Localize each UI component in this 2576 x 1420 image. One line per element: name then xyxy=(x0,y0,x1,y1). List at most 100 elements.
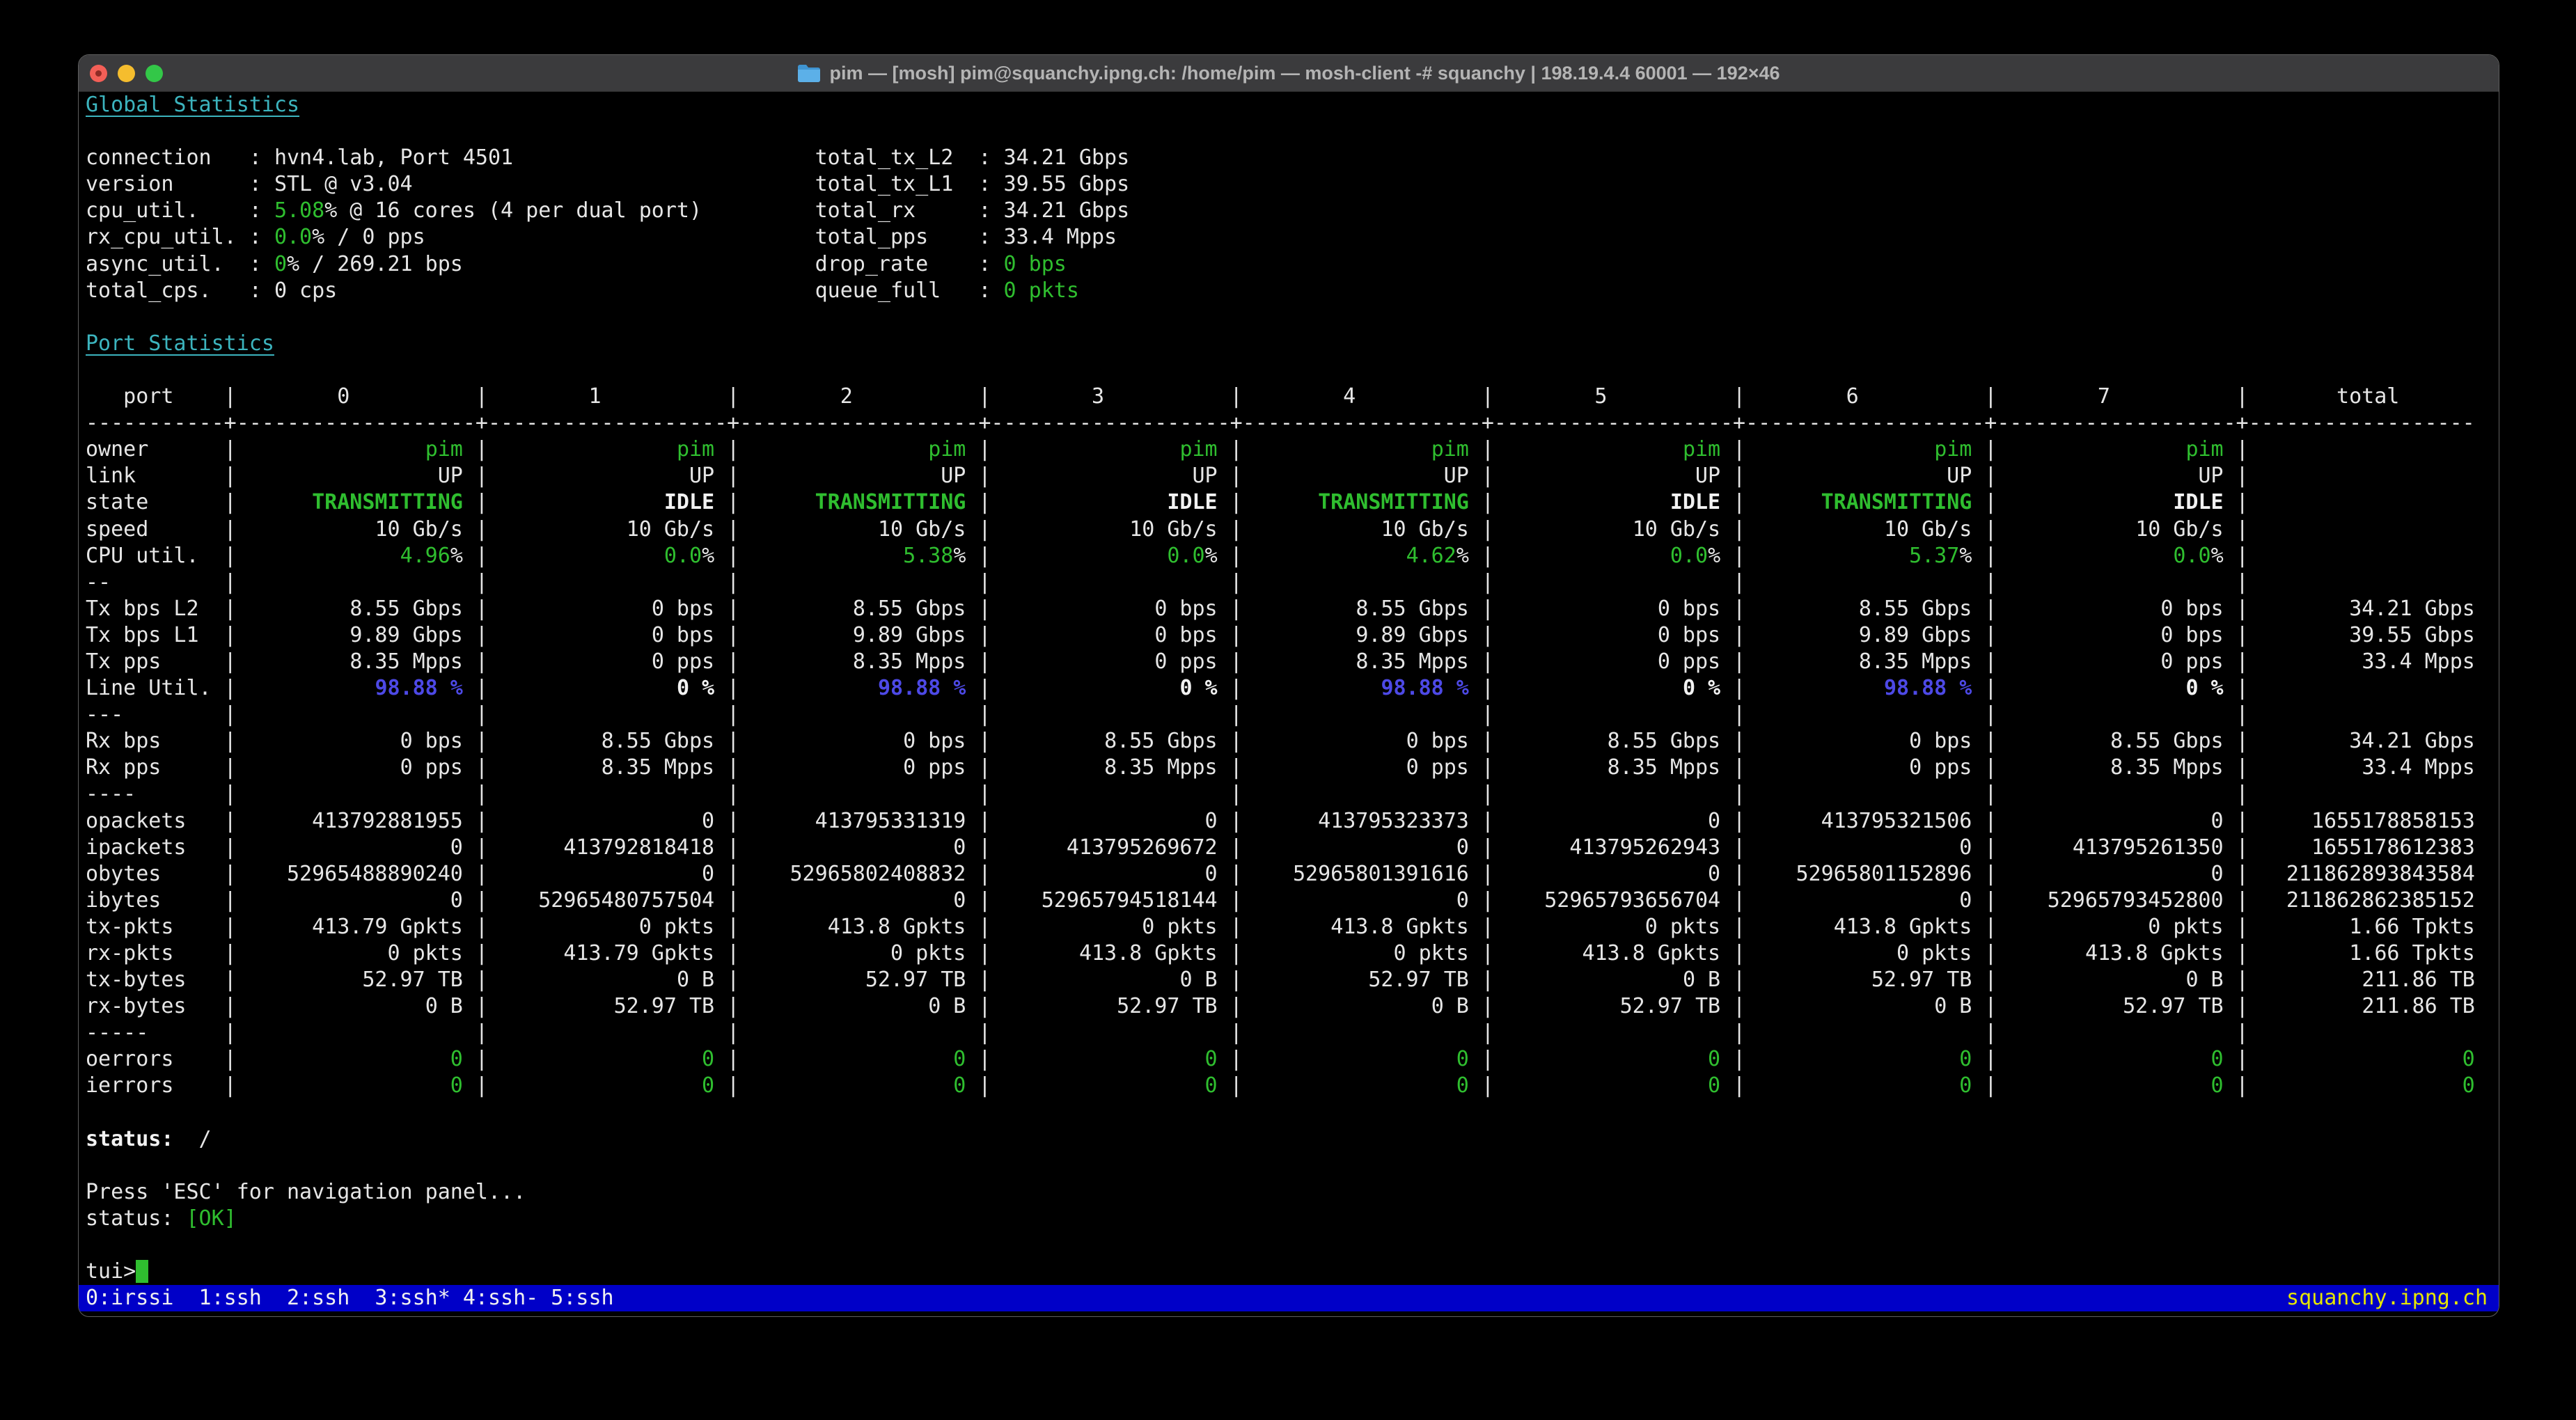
cell-pad xyxy=(1997,835,2072,860)
value-segment: 0 bps xyxy=(1154,622,1218,647)
cell-pipe: | xyxy=(462,808,488,833)
row-label: owner | xyxy=(86,437,237,462)
cell-pipe: | xyxy=(966,994,991,1019)
value-segment: 10 Gb/s xyxy=(1883,516,1972,542)
value-segment: 0 xyxy=(1204,1073,1218,1098)
cell-pad xyxy=(991,464,1192,488)
cell-pipe: | xyxy=(2223,888,2249,913)
value-segment: 0 % xyxy=(676,676,715,701)
cell-pad xyxy=(1997,941,2085,965)
cell-pad xyxy=(488,649,652,674)
cell-pipe: | xyxy=(1972,808,1997,833)
cell-pad xyxy=(1243,544,1406,568)
cell-pipe: | xyxy=(714,861,740,886)
cell-pad xyxy=(2475,649,2488,674)
cell-pipe: | xyxy=(2223,464,2249,489)
cell-pad xyxy=(991,1047,1204,1071)
value-segment: UP xyxy=(437,464,463,489)
cell-pipe: | xyxy=(1468,516,1494,542)
cell-pad xyxy=(1997,1073,2210,1098)
cell-pad xyxy=(237,862,287,886)
cell-pipe: | xyxy=(966,437,991,462)
cell-pad xyxy=(237,702,463,727)
cell-pad xyxy=(237,517,375,542)
cell-pad xyxy=(739,835,953,860)
global-stat-row: cpu_util. : 5.08% @ 16 cores (4 per dual… xyxy=(79,198,2499,224)
cell-pad xyxy=(1494,676,1683,700)
cell-pad xyxy=(488,968,677,992)
prompt-row[interactable]: tui> xyxy=(79,1259,2499,1285)
cell-pipe: | xyxy=(1468,437,1494,462)
minimize-button[interactable] xyxy=(118,64,135,82)
value-segment: 33.4 Mpps xyxy=(1003,225,1117,250)
cell-pad xyxy=(1745,649,1859,674)
blank-row xyxy=(79,1153,2499,1179)
value-segment: 0 xyxy=(2210,1047,2224,1072)
cell-pipe: | xyxy=(966,649,991,674)
stat-label: rx_cpu_util. : xyxy=(86,225,274,250)
cell-pipe: | xyxy=(714,755,740,780)
value-segment: 413795321506 xyxy=(1821,808,1972,833)
value-segment: 52.97 TB xyxy=(1368,968,1469,993)
cell-pipe: | xyxy=(1972,516,1997,542)
cell-pipe: | xyxy=(714,729,740,754)
zoom-button[interactable] xyxy=(146,64,163,82)
cell-pad xyxy=(1494,623,1658,647)
cell-pad xyxy=(1243,968,1369,992)
value-segment: 0 pkts xyxy=(638,914,715,939)
cell-pad xyxy=(488,623,652,647)
value-segment: 8.35 Mpps xyxy=(1356,649,1469,674)
row-label: Tx bps L2 | xyxy=(86,596,237,621)
value-segment: 0 pkts xyxy=(890,941,966,965)
value-segment: 8.55 Gbps xyxy=(1858,596,1972,621)
cell-pipe: | xyxy=(462,543,488,568)
cell-pipe: | xyxy=(966,516,991,542)
cell-pad xyxy=(739,544,903,568)
value-segment: 8.55 Gbps xyxy=(1104,729,1218,754)
row-label: tx-bytes | xyxy=(86,968,237,993)
text-cursor[interactable] xyxy=(136,1260,149,1284)
value-segment: UP xyxy=(1192,464,1218,489)
value-segment: % / 269.21 bps xyxy=(287,251,463,276)
cell-pad xyxy=(488,544,664,568)
cell-pipe: | xyxy=(1468,702,1494,727)
cell-pad xyxy=(1494,702,1720,727)
section-heading-row: Port Statistics xyxy=(79,331,2499,357)
cell-pad xyxy=(1997,544,2174,568)
cell-pipe: | xyxy=(1720,622,1746,647)
cell-pipe: | xyxy=(1972,888,1997,913)
cell-pad xyxy=(991,676,1180,700)
cell-pipe: | xyxy=(714,569,740,594)
titlebar[interactable]: pim — [mosh] pim@squanchy.ipng.ch: /home… xyxy=(79,55,2499,92)
cell-pad xyxy=(2249,597,2350,621)
cell-pad xyxy=(1997,782,2223,806)
cell-pipe: | xyxy=(2223,622,2249,647)
value-segment: 52965793452800 xyxy=(2047,888,2224,913)
cell-pad xyxy=(488,994,614,1018)
value-segment: 8.35 Mpps xyxy=(1607,755,1721,780)
value-segment: % xyxy=(450,543,463,568)
cell-pad xyxy=(1243,755,1406,780)
cell-pipe: | xyxy=(1217,835,1243,860)
cell-pad xyxy=(1243,782,1469,806)
value-segment: % @ 16 cores (4 per dual port) xyxy=(324,198,702,223)
cell-pipe: | xyxy=(2223,808,2249,833)
value-segment: 0 bps xyxy=(1406,729,1469,754)
cell-pad xyxy=(2475,888,2488,913)
cell-pipe: | xyxy=(462,941,488,965)
row-label: rx-bytes | xyxy=(86,994,237,1019)
value-segment: 52.97 TB xyxy=(362,968,463,993)
value-segment: 98.88 % xyxy=(1883,676,1972,701)
value-segment: 413.8 Gpkts xyxy=(827,914,966,939)
value-segment: 39.55 Gbps xyxy=(1003,172,1130,197)
cell-pad xyxy=(739,888,953,913)
close-button[interactable] xyxy=(90,64,107,82)
row-label: Line Util. | xyxy=(86,676,237,701)
cell-pad xyxy=(488,597,652,621)
terminal-content[interactable]: Global Statistics connection : hvn4.lab, … xyxy=(79,92,2499,1316)
value-segment: % xyxy=(2210,543,2224,568)
cell-pad xyxy=(1494,570,1720,594)
cell-pipe: | xyxy=(1468,622,1494,647)
value-segment: [OK] xyxy=(186,1206,237,1231)
cell-pad xyxy=(1494,809,1708,833)
